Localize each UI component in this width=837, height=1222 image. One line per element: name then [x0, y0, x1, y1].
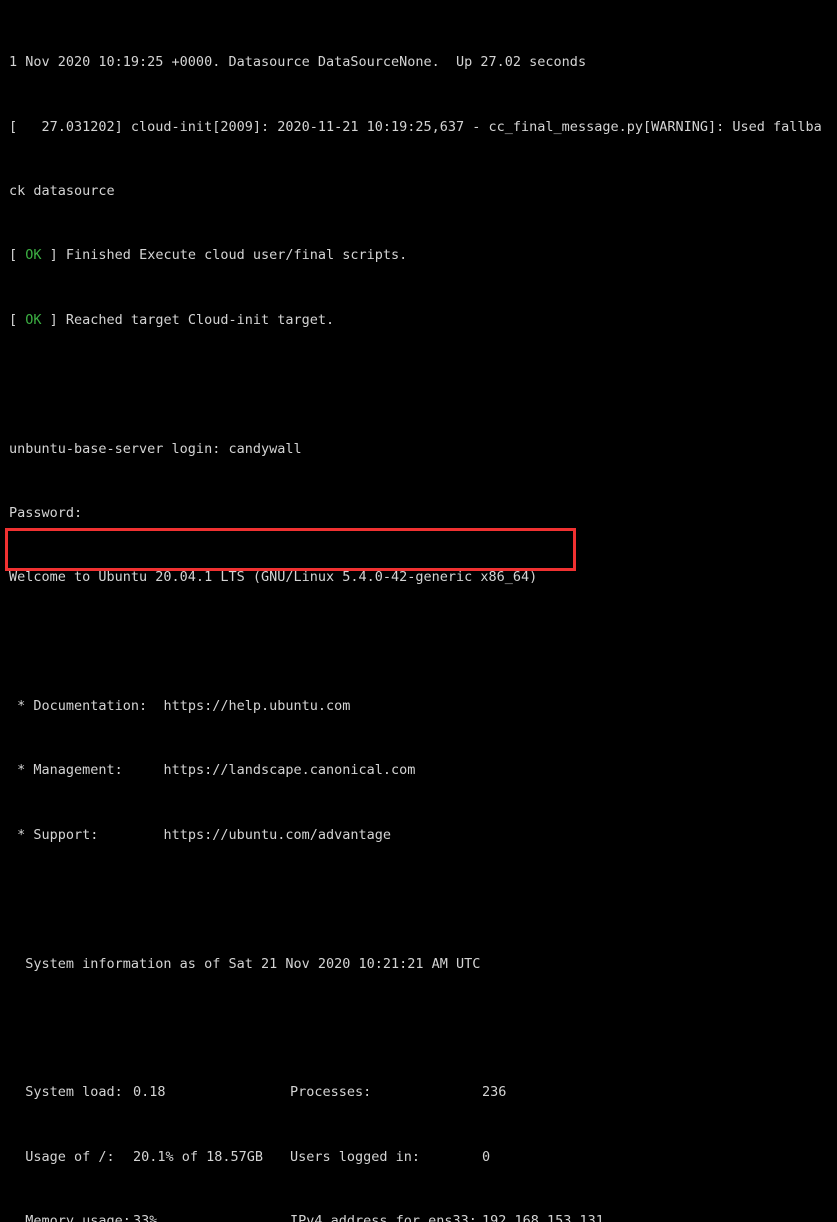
boot-datasource-line: 1 Nov 2020 10:19:25 +0000. Datasource Da…	[9, 54, 587, 71]
documentation-url[interactable]: https://help.ubuntu.com	[163, 698, 350, 714]
login-prompt-line: unbuntu-base-server login: candywall	[9, 440, 302, 457]
sysinfo-row-load: System load: 0.18 Processes: 236	[9, 1084, 837, 1100]
status-bracket-open-2: [	[9, 311, 26, 328]
cloudinit-warning-line-2: ck datasource	[9, 183, 115, 200]
sysinfo-row-usage: Usage of /: 20.1% of 18.57GB Users logged …	[9, 1149, 837, 1165]
sysinfo-ipv4-cell: IPv4 address for ens33: 192.168.153.131	[290, 1213, 604, 1222]
status-ok-badge-1: OK	[25, 247, 42, 264]
systemd-status-line-reached: [ OK ] Reached target Cloud-init target.	[9, 312, 837, 328]
support-link-row: * Support: https://ubuntu.com/advantage	[9, 827, 837, 843]
spacer-before-sysinfo	[9, 891, 837, 907]
status-text-1: ] Finished Execute cloud user/final scri…	[41, 247, 408, 264]
sysinfo-load-value: 0.18	[133, 1084, 166, 1101]
management-link-row: * Management: https://landscape.canonica…	[9, 762, 837, 778]
status-bracket-open-1: [	[9, 247, 26, 264]
sysinfo-load-cell: System load: 0.18	[9, 1084, 290, 1100]
sysinfo-memory-value: 33%	[133, 1213, 158, 1222]
sysinfo-processes-value: 236	[482, 1084, 507, 1101]
sysinfo-load-label: System load:	[9, 1084, 123, 1101]
cloudinit-warning-line-1: [ 27.031202] cloud-init[2009]: 2020-11-2…	[9, 118, 822, 135]
sysinfo-ipv4-label: IPv4 address for ens33:	[290, 1213, 477, 1222]
support-url[interactable]: https://ubuntu.com/advantage	[163, 827, 391, 843]
sysinfo-memory-cell: Memory usage: 33%	[9, 1213, 290, 1222]
sysinfo-users-label: Users logged in:	[290, 1148, 421, 1165]
systemd-status-line-finished: [ OK ] Finished Execute cloud user/final…	[9, 247, 837, 263]
management-label: * Management:	[9, 762, 164, 779]
documentation-label: * Documentation:	[9, 698, 164, 715]
support-label: * Support:	[9, 826, 164, 843]
sysinfo-ipv4-value: 192.168.153.131	[482, 1213, 604, 1222]
sysinfo-users-cell: Users logged in: 0	[290, 1149, 490, 1165]
status-ok-badge-2: OK	[25, 311, 42, 328]
spacer-after-welcome	[9, 634, 837, 650]
sysinfo-processes-cell: Processes: 236	[290, 1084, 506, 1100]
sysinfo-usage-value: 20.1% of 18.57GB	[133, 1148, 264, 1165]
welcome-banner: Welcome to Ubuntu 20.04.1 LTS (GNU/Linux…	[9, 569, 538, 586]
sysinfo-row-memory: Memory usage: 33% IPv4 address for ens33: 1…	[9, 1213, 837, 1222]
spacer-after-sysinfo-heading	[9, 1020, 837, 1036]
management-url[interactable]: https://landscape.canonical.com	[163, 762, 415, 778]
sysinfo-processes-label: Processes:	[290, 1084, 372, 1101]
password-prompt-line: Password:	[9, 504, 83, 521]
sysinfo-usage-label: Usage of /:	[9, 1148, 115, 1165]
status-text-2: ] Reached target Cloud-init target.	[41, 311, 335, 328]
documentation-link-row: * Documentation: https://help.ubuntu.com	[9, 698, 837, 714]
sysinfo-memory-label: Memory usage:	[9, 1213, 131, 1222]
terminal-console[interactable]: 1 Nov 2020 10:19:25 +0000. Datasource Da…	[0, 0, 837, 1222]
sysinfo-users-value: 0	[482, 1148, 491, 1165]
system-information-heading: System information as of Sat 21 Nov 2020…	[9, 955, 481, 972]
sysinfo-usage-cell: Usage of /: 20.1% of 18.57GB	[9, 1149, 290, 1165]
sudo-notice-highlight-box	[5, 528, 576, 571]
spacer-after-boot	[9, 376, 837, 392]
